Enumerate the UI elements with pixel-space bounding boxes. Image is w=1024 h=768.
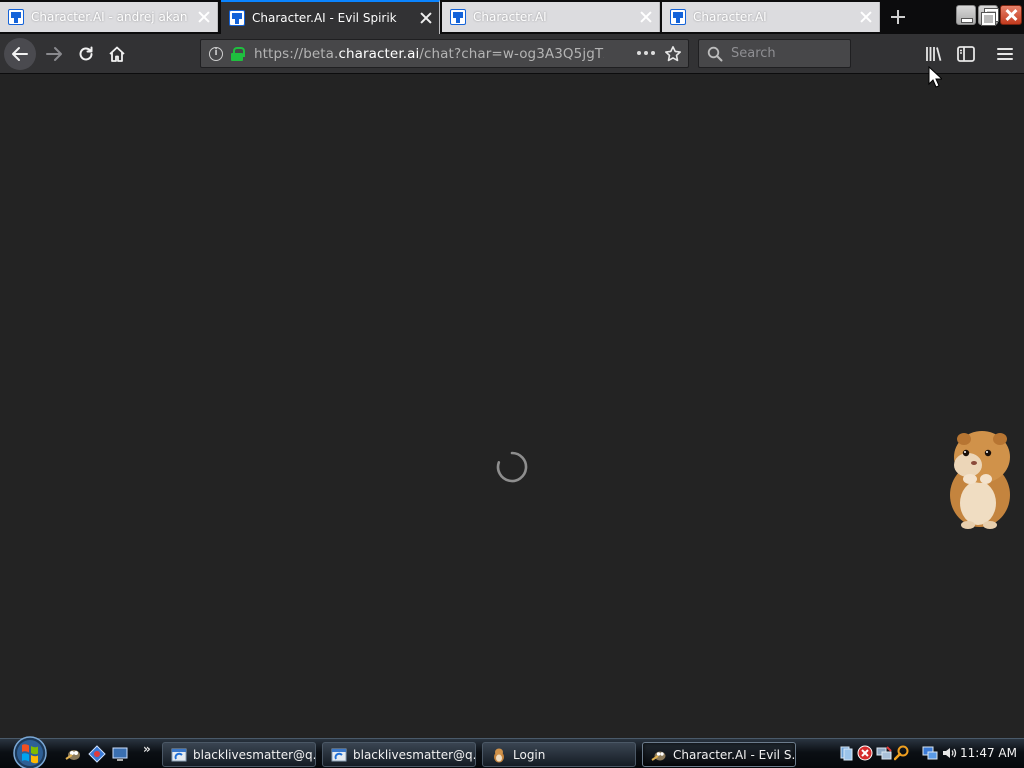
navigation-toolbar: i https://beta.character.ai/chat?char=w-… bbox=[0, 34, 1024, 74]
quick-launch-overflow-chevron-icon[interactable]: » bbox=[143, 742, 151, 756]
tab-close-icon[interactable] bbox=[197, 10, 211, 24]
network-icon[interactable] bbox=[88, 745, 106, 763]
system-clock[interactable]: 11:47 AM bbox=[960, 746, 1017, 760]
show-desktop-icon[interactable] bbox=[111, 745, 129, 763]
tab-close-icon[interactable] bbox=[419, 11, 433, 25]
bookmark-star-icon[interactable] bbox=[664, 45, 682, 63]
hamster-desktop-pet-image[interactable] bbox=[944, 423, 1016, 533]
taskbar-button-label: Character.AI - Evil S... bbox=[673, 747, 795, 762]
tab-title: Character.AI bbox=[473, 10, 547, 24]
forward-arrow-icon bbox=[46, 47, 62, 61]
tab-character-ai-evil-spirik[interactable]: Character.AI - Evil Spirik bbox=[221, 0, 440, 34]
minimize-window-button[interactable] bbox=[956, 5, 976, 25]
hamburger-menu-icon[interactable] bbox=[993, 42, 1017, 66]
loading-spinner-icon bbox=[496, 451, 528, 483]
tab-character-ai-3[interactable]: Character.AI bbox=[442, 2, 660, 32]
url-prefix: https://beta. bbox=[254, 45, 339, 62]
network-tray-icon[interactable] bbox=[876, 745, 892, 761]
tab-title: Character.AI - andrej akan bbox=[31, 10, 188, 24]
taskbar-button-blacklivesmatter-2[interactable]: blacklivesmatter@q... bbox=[322, 742, 476, 767]
close-window-button[interactable] bbox=[1000, 5, 1022, 25]
character-ai-favicon-icon bbox=[670, 9, 686, 25]
taskbar-button-label: blacklivesmatter@q... bbox=[193, 747, 315, 762]
url-path: /chat?char=w-og3A3Q5jgTXIwi0l bbox=[419, 45, 604, 62]
tab-title: Character.AI - Evil Spirik bbox=[252, 11, 397, 25]
back-button[interactable] bbox=[4, 38, 36, 70]
lock-icon[interactable] bbox=[231, 46, 245, 61]
tab-strip: Character.AI - andrej akan Character.AI … bbox=[0, 0, 1024, 34]
monitor-icon[interactable] bbox=[922, 745, 938, 761]
taskbar-button-character-ai-evil-spirik[interactable]: Character.AI - Evil S... bbox=[642, 742, 796, 767]
library-icon[interactable] bbox=[922, 42, 946, 66]
hamster-icon bbox=[494, 748, 504, 762]
tab-character-ai-andrej[interactable]: Character.AI - andrej akan bbox=[0, 2, 218, 32]
gimp-icon[interactable] bbox=[64, 745, 82, 763]
sidebar-toggle-icon[interactable] bbox=[954, 42, 978, 66]
search-icon bbox=[707, 46, 723, 61]
security-alert-icon[interactable] bbox=[857, 745, 873, 761]
back-arrow-icon bbox=[12, 47, 28, 61]
character-ai-favicon-icon bbox=[450, 9, 466, 25]
gimp-icon bbox=[651, 751, 666, 761]
ie-icon bbox=[171, 748, 187, 761]
tab-character-ai-4[interactable]: Character.AI bbox=[662, 2, 880, 32]
url-host: character.ai bbox=[338, 45, 420, 62]
reload-icon bbox=[79, 46, 93, 61]
page-actions-menu-icon[interactable] bbox=[637, 46, 655, 60]
volume-icon[interactable] bbox=[941, 745, 957, 761]
ie-icon bbox=[331, 748, 347, 761]
url-bar[interactable]: i https://beta.character.ai/chat?char=w-… bbox=[200, 39, 689, 68]
windows-taskbar: » blacklivesmatter@q... blacklivesmatter… bbox=[0, 736, 1024, 768]
home-icon bbox=[109, 46, 125, 62]
sync-icon[interactable] bbox=[838, 745, 854, 761]
start-button[interactable] bbox=[8, 733, 52, 768]
search-bar[interactable] bbox=[698, 39, 851, 68]
tab-close-icon[interactable] bbox=[859, 10, 873, 24]
info-icon[interactable]: i bbox=[209, 46, 223, 61]
reload-button[interactable] bbox=[70, 38, 102, 70]
search-tray-icon[interactable] bbox=[894, 745, 910, 761]
tab-close-icon[interactable] bbox=[639, 10, 653, 24]
character-ai-favicon-icon bbox=[8, 9, 24, 25]
forward-button[interactable] bbox=[38, 38, 70, 70]
tab-title: Character.AI bbox=[693, 10, 767, 24]
taskbar-button-label: blacklivesmatter@q... bbox=[353, 747, 475, 762]
home-button[interactable] bbox=[101, 38, 133, 70]
taskbar-button-blacklivesmatter-1[interactable]: blacklivesmatter@q... bbox=[162, 742, 316, 767]
taskbar-button-login[interactable]: Login bbox=[482, 742, 636, 767]
taskbar-button-label: Login bbox=[513, 747, 546, 762]
url-text[interactable]: https://beta.character.ai/chat?char=w-og… bbox=[254, 46, 604, 62]
restore-window-button[interactable] bbox=[978, 5, 999, 26]
character-ai-favicon-icon bbox=[229, 10, 245, 26]
search-input[interactable] bbox=[731, 46, 841, 61]
page-content bbox=[0, 93, 1024, 738]
new-tab-button[interactable] bbox=[884, 4, 912, 30]
